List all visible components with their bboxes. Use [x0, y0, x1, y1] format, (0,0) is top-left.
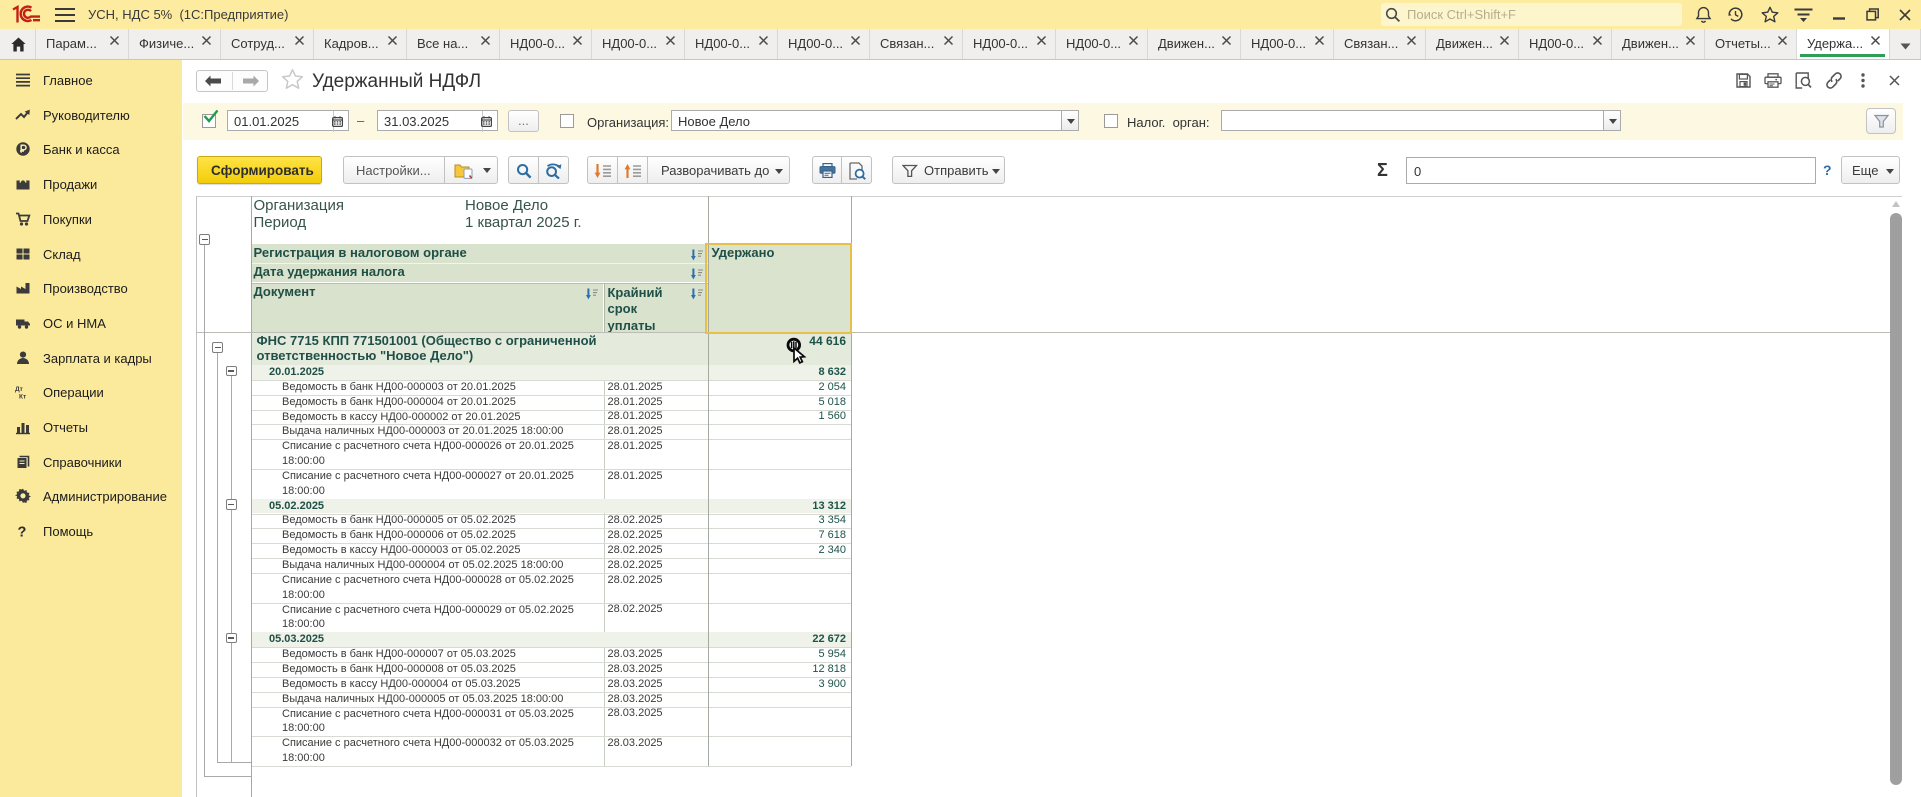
- svg-text:Кт: Кт: [19, 394, 26, 401]
- svg-text:?: ?: [18, 525, 27, 540]
- svg-text:Дт: Дт: [15, 386, 23, 393]
